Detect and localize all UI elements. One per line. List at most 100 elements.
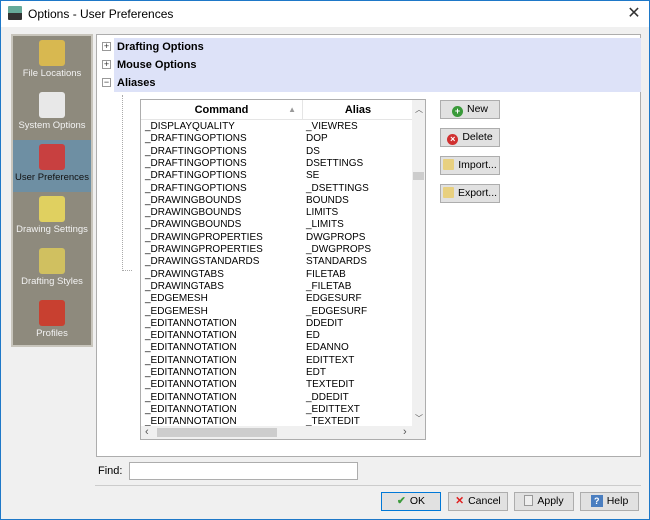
expander-icon[interactable]: + — [102, 60, 111, 69]
table-row[interactable]: _DRAWINGPROPERTIES _DWGPROPS — [141, 244, 413, 256]
column-header-command[interactable]: Command ▲ — [141, 100, 303, 120]
app-icon — [8, 6, 22, 20]
user-preferences-icon — [39, 144, 65, 170]
alias-cell: _DSETTINGS — [306, 182, 369, 194]
table-row[interactable]: _DRAWINGBOUNDS BOUNDS — [141, 195, 413, 207]
table-row[interactable]: _EDITANNOTATION ED — [141, 330, 413, 342]
expander-icon[interactable]: − — [102, 78, 111, 87]
table-row[interactable]: _DRAWINGTABS _FILETAB — [141, 281, 413, 293]
table-row[interactable]: _EDITANNOTATION EDANNO — [141, 342, 413, 354]
sidebar-item-drafting-styles[interactable]: Drafting Styles — [13, 244, 91, 296]
sidebar-item-system-options[interactable]: System Options — [13, 88, 91, 140]
alias-cell: DSETTINGS — [306, 157, 364, 169]
find-label: Find: — [98, 465, 123, 477]
apply-button[interactable]: Apply — [514, 492, 574, 511]
command-cell: _EDITANNOTATION — [145, 403, 237, 415]
table-row[interactable]: _DRAFTINGOPTIONS DS — [141, 146, 413, 158]
tree-line — [122, 95, 123, 271]
system-options-icon — [39, 92, 65, 118]
vertical-scrollbar[interactable]: ︿ ﹀ — [412, 100, 425, 426]
alias-cell: _DWGPROPS — [306, 244, 372, 255]
alias-cell: ED — [306, 330, 320, 342]
alias-cell: _LIMITS — [306, 219, 344, 231]
alias-cell: TEXTEDIT — [306, 379, 355, 391]
table-row[interactable]: _DRAWINGBOUNDS LIMITS — [141, 207, 413, 219]
scroll-thumb[interactable] — [157, 428, 277, 437]
alias-cell: _DDEDIT — [306, 391, 349, 403]
table-row[interactable]: _EDITANNOTATION TEXTEDIT — [141, 379, 413, 391]
alias-cell: _VIEWRES — [306, 121, 358, 132]
tree-item[interactable]: Mouse Options — [114, 56, 641, 74]
command-cell: _DRAWINGBOUNDS — [145, 207, 242, 219]
help-icon: ? — [590, 495, 603, 507]
export-button[interactable]: Export... — [440, 184, 500, 203]
sidebar-item-profiles[interactable]: Profiles — [13, 296, 91, 348]
table-row[interactable]: _DRAFTINGOPTIONS DOP — [141, 133, 413, 145]
table-row[interactable]: _EDITANNOTATION _DDEDIT — [141, 392, 413, 404]
scroll-thumb[interactable] — [413, 172, 424, 180]
import-button[interactable]: Import... — [440, 156, 500, 175]
divider — [95, 485, 641, 486]
command-cell: _DRAWINGSTANDARDS — [145, 256, 260, 268]
delete-button[interactable]: × Delete — [440, 128, 500, 147]
alias-cell: EDGESURF — [306, 293, 362, 305]
table-row[interactable]: _EDGEMESH _EDGESURF — [141, 306, 413, 318]
scroll-up-icon[interactable]: ︿ — [415, 104, 423, 115]
horizontal-scrollbar[interactable]: ‹ › — [141, 426, 425, 439]
command-cell: _EDITANNOTATION — [145, 379, 237, 391]
table-row[interactable]: _EDITANNOTATION EDITTEXT — [141, 355, 413, 367]
ok-button[interactable]: ✔ OK — [381, 492, 441, 511]
alias-cell: DOP — [306, 133, 328, 145]
column-header-alias[interactable]: Alias — [303, 100, 413, 120]
expander-icon[interactable]: + — [102, 42, 111, 51]
alias-cell: SE — [306, 170, 320, 182]
aliases-list[interactable]: Command ▲ Alias _DISPLAYQUALITY _VIEWRES _D… — [140, 99, 426, 440]
table-row[interactable]: _DRAWINGBOUNDS _LIMITS — [141, 219, 413, 231]
cancel-icon: ✕ — [455, 495, 465, 507]
drafting-styles-icon — [39, 248, 65, 274]
column-label: Command — [194, 104, 249, 116]
command-cell: _EDGEMESH — [145, 293, 208, 305]
command-cell: _EDGEMESH — [145, 305, 208, 317]
find-input[interactable] — [129, 462, 358, 480]
table-row[interactable]: _EDITANNOTATION _EDITTEXT — [141, 404, 413, 416]
export-icon — [442, 187, 454, 198]
table-row[interactable]: _DISPLAYQUALITY _VIEWRES — [141, 121, 413, 133]
table-row[interactable]: _EDITANNOTATION DDEDIT — [141, 318, 413, 330]
sidebar-item-user-preferences[interactable]: User Preferences — [13, 140, 91, 192]
alias-cell: EDT — [306, 367, 326, 378]
file-locations-icon — [39, 40, 65, 66]
button-label: Import... — [458, 159, 497, 171]
table-row[interactable]: _DRAFTINGOPTIONS _DSETTINGS — [141, 183, 413, 195]
tree-item[interactable]: Drafting Options — [114, 38, 641, 56]
scroll-left-icon[interactable]: ‹ — [145, 426, 149, 438]
command-cell: _DRAFTINGOPTIONS — [145, 170, 247, 182]
table-row[interactable]: _DRAWINGPROPERTIES DWGPROPS — [141, 232, 413, 244]
new-button[interactable]: + New — [440, 100, 500, 119]
command-cell: _DRAWINGPROPERTIES — [145, 244, 263, 255]
command-cell: _DRAFTINGOPTIONS — [145, 133, 247, 145]
command-cell: _DRAWINGPROPERTIES — [145, 231, 263, 243]
command-cell: _DRAWINGTABS — [145, 268, 224, 280]
table-row[interactable]: _DRAFTINGOPTIONS SE — [141, 170, 413, 182]
tree-item[interactable]: Aliases — [114, 74, 641, 92]
alias-cell: DS — [306, 145, 320, 157]
alias-cell: _EDITTEXT — [306, 403, 360, 415]
command-cell: _EDITANNOTATION — [145, 317, 237, 329]
table-row[interactable]: _DRAWINGSTANDARDS STANDARDS — [141, 256, 413, 268]
sidebar-item-drawing-settings[interactable]: Drawing Settings — [13, 192, 91, 244]
scroll-right-icon[interactable]: › — [403, 426, 407, 438]
table-row[interactable]: _EDITANNOTATION EDT — [141, 367, 413, 379]
command-cell: _EDITANNOTATION — [145, 330, 237, 342]
scroll-down-icon[interactable]: ﹀ — [415, 413, 423, 424]
help-button[interactable]: ? Help — [580, 492, 639, 511]
close-button[interactable]: ✕ — [623, 4, 645, 24]
cancel-button[interactable]: ✕ Cancel — [448, 492, 508, 511]
command-cell: _EDITANNOTATION — [145, 342, 237, 354]
sidebar-item-file-locations[interactable]: File Locations — [13, 36, 91, 88]
alias-cell: STANDARDS — [306, 256, 367, 268]
table-row[interactable]: _DRAWINGTABS FILETAB — [141, 269, 413, 281]
check-icon: ✔ — [397, 495, 406, 507]
table-row[interactable]: _EDGEMESH EDGESURF — [141, 293, 413, 305]
table-row[interactable]: _DRAFTINGOPTIONS DSETTINGS — [141, 158, 413, 170]
